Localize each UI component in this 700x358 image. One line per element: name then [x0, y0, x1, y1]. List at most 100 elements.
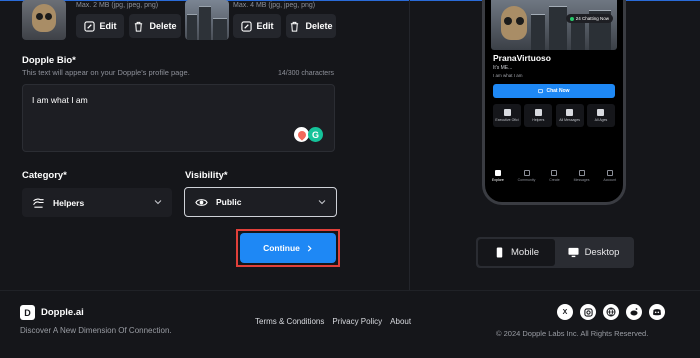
- preview-action-row: Executive Ofici Helpers All Messages All…: [493, 104, 615, 127]
- edit-icon: [240, 20, 252, 32]
- compass-icon: [494, 170, 501, 176]
- chevron-right-icon: [307, 244, 312, 252]
- chevron-down-icon: [154, 200, 162, 205]
- community-icon: [523, 170, 530, 176]
- preview-action-item[interactable]: All Messages: [555, 104, 584, 127]
- chatting-now-text: 24 Chatting Now: [575, 16, 609, 21]
- preview-tab-bar: Explore Community Create Messages Accoun…: [485, 170, 623, 192]
- trash-icon: [135, 21, 143, 32]
- preview-action-item[interactable]: All Ages: [586, 104, 615, 127]
- preview-tab-label: Community: [517, 178, 536, 182]
- bio-character-counter: 14/300 characters: [278, 70, 335, 77]
- footer-tagline: Discover A New Dimension Of Connection.: [20, 326, 172, 335]
- discord-icon[interactable]: [649, 304, 665, 320]
- desktop-view-label: Desktop: [584, 247, 620, 258]
- bio-label: Dopple Bio*: [22, 55, 76, 66]
- trash-icon: [291, 21, 299, 32]
- about-link[interactable]: About: [390, 317, 411, 326]
- social-links: X: [557, 304, 665, 320]
- monitor-icon: [568, 247, 579, 258]
- preview-avatar: [501, 6, 527, 40]
- user-icon: [606, 170, 613, 176]
- chevron-down-icon: [318, 200, 326, 205]
- preview-tab-explore[interactable]: Explore: [492, 170, 504, 192]
- avatar-edit-button[interactable]: Edit: [76, 14, 124, 38]
- people-icon: [597, 109, 605, 116]
- avatar-delete-label: Delete: [149, 21, 177, 31]
- desktop-view-button[interactable]: Desktop: [555, 239, 632, 266]
- preview-action-item[interactable]: Executive Ofici: [493, 104, 521, 127]
- preview-tab-label: Create: [549, 178, 560, 182]
- mobile-view-label: Mobile: [511, 247, 539, 258]
- footer-divider: [0, 290, 700, 291]
- avatar-delete-button[interactable]: Delete: [129, 14, 181, 38]
- preview-banner-image: 24 Chatting Now: [491, 0, 617, 50]
- helpers-hand-icon: [33, 198, 44, 208]
- visibility-value: Public: [216, 197, 242, 207]
- preview-chat-now-button[interactable]: Chat Now: [493, 84, 615, 98]
- category-value: Helpers: [53, 197, 85, 208]
- avatar-size-hint: Max. 2 MB (jpg, jpeg, png): [76, 2, 159, 9]
- mobile-view-button[interactable]: Mobile: [478, 239, 555, 266]
- continue-button[interactable]: Continue: [240, 233, 336, 263]
- footer-brand[interactable]: D Dopple.ai: [20, 305, 84, 320]
- building-shape: [199, 6, 211, 40]
- preview-action-item[interactable]: Helpers: [524, 104, 553, 127]
- x-icon[interactable]: X: [557, 304, 573, 320]
- phone-icon: [496, 247, 503, 258]
- message-icon: [578, 170, 585, 176]
- preview-action-label: All Ages: [594, 118, 608, 122]
- banner-delete-label: Delete: [305, 21, 333, 31]
- messages-icon: [566, 109, 574, 116]
- preview-tab-community[interactable]: Community: [517, 170, 536, 192]
- preview-tab-label: Explore: [491, 178, 504, 182]
- building-shape: [531, 14, 545, 50]
- grammarly-pin-icon: [294, 127, 309, 142]
- dopple-form-panel: Max. 2 MB (jpg, jpeg, png) Edit Delete M…: [0, 0, 410, 290]
- visibility-label: Visibility*: [185, 170, 228, 181]
- building-shape: [549, 6, 567, 50]
- banner-delete-button[interactable]: Delete: [286, 14, 336, 38]
- preview-tab-create[interactable]: Create: [549, 170, 560, 192]
- preview-tab-account[interactable]: Account: [603, 170, 616, 192]
- footer-brand-name: Dopple.ai: [41, 307, 84, 318]
- visibility-select[interactable]: Public: [184, 187, 337, 217]
- preview-tab-label: Account: [603, 178, 617, 182]
- banner-edit-label: Edit: [256, 21, 274, 31]
- preview-chat-now-label: Chat Now: [546, 88, 570, 94]
- category-select[interactable]: Helpers: [22, 188, 172, 217]
- chatting-now-badge: 24 Chatting Now: [565, 14, 613, 23]
- preview-tab-label: Messages: [573, 178, 590, 182]
- preview-tab-messages[interactable]: Messages: [574, 170, 590, 192]
- avatar-image-thumbnail: [22, 0, 66, 40]
- chat-bubble-icon: [538, 88, 544, 93]
- preview-dopple-bio: I am what I am: [493, 73, 523, 78]
- instagram-icon[interactable]: [580, 304, 596, 320]
- plus-square-icon: [551, 170, 558, 176]
- copyright-text: © 2024 Dopple Labs Inc. All Rights Reser…: [496, 329, 649, 338]
- mobile-preview-phone: 24 Chatting Now PranaVirtuoso It's ME...…: [482, 0, 626, 205]
- dopple-logo-icon: D: [20, 305, 35, 320]
- avatar-edit-label: Edit: [99, 21, 117, 31]
- preview-action-label: Helpers: [532, 118, 545, 122]
- category-label: Category*: [22, 170, 67, 181]
- globe-icon[interactable]: [603, 304, 619, 320]
- banner-edit-button[interactable]: Edit: [233, 14, 281, 38]
- preview-dopple-subtitle: It's ME...: [493, 65, 513, 71]
- grammarly-widget[interactable]: G: [294, 127, 324, 142]
- avatar-face: [32, 4, 56, 32]
- terms-link[interactable]: Terms & Conditions: [255, 317, 324, 326]
- grammarly-g-icon: G: [308, 127, 323, 142]
- bio-text-value: I am what I am: [32, 95, 88, 105]
- continue-label: Continue: [263, 243, 300, 253]
- reddit-icon[interactable]: [626, 304, 642, 320]
- hand-icon: [534, 109, 542, 116]
- footer-links: Terms & Conditions Privacy Policy About: [255, 317, 411, 326]
- preview-device-toggle: Mobile Desktop: [476, 237, 634, 268]
- bio-textarea[interactable]: I am what I am G: [22, 84, 335, 152]
- privacy-policy-link[interactable]: Privacy Policy: [332, 317, 382, 326]
- bio-helper-text: This text will appear on your Dopple's p…: [22, 68, 190, 77]
- banner-size-hint: Max. 4 MB (jpg, jpeg, png): [233, 2, 316, 9]
- building-shape: [187, 14, 197, 40]
- preview-action-label: Executive Ofici: [495, 118, 519, 122]
